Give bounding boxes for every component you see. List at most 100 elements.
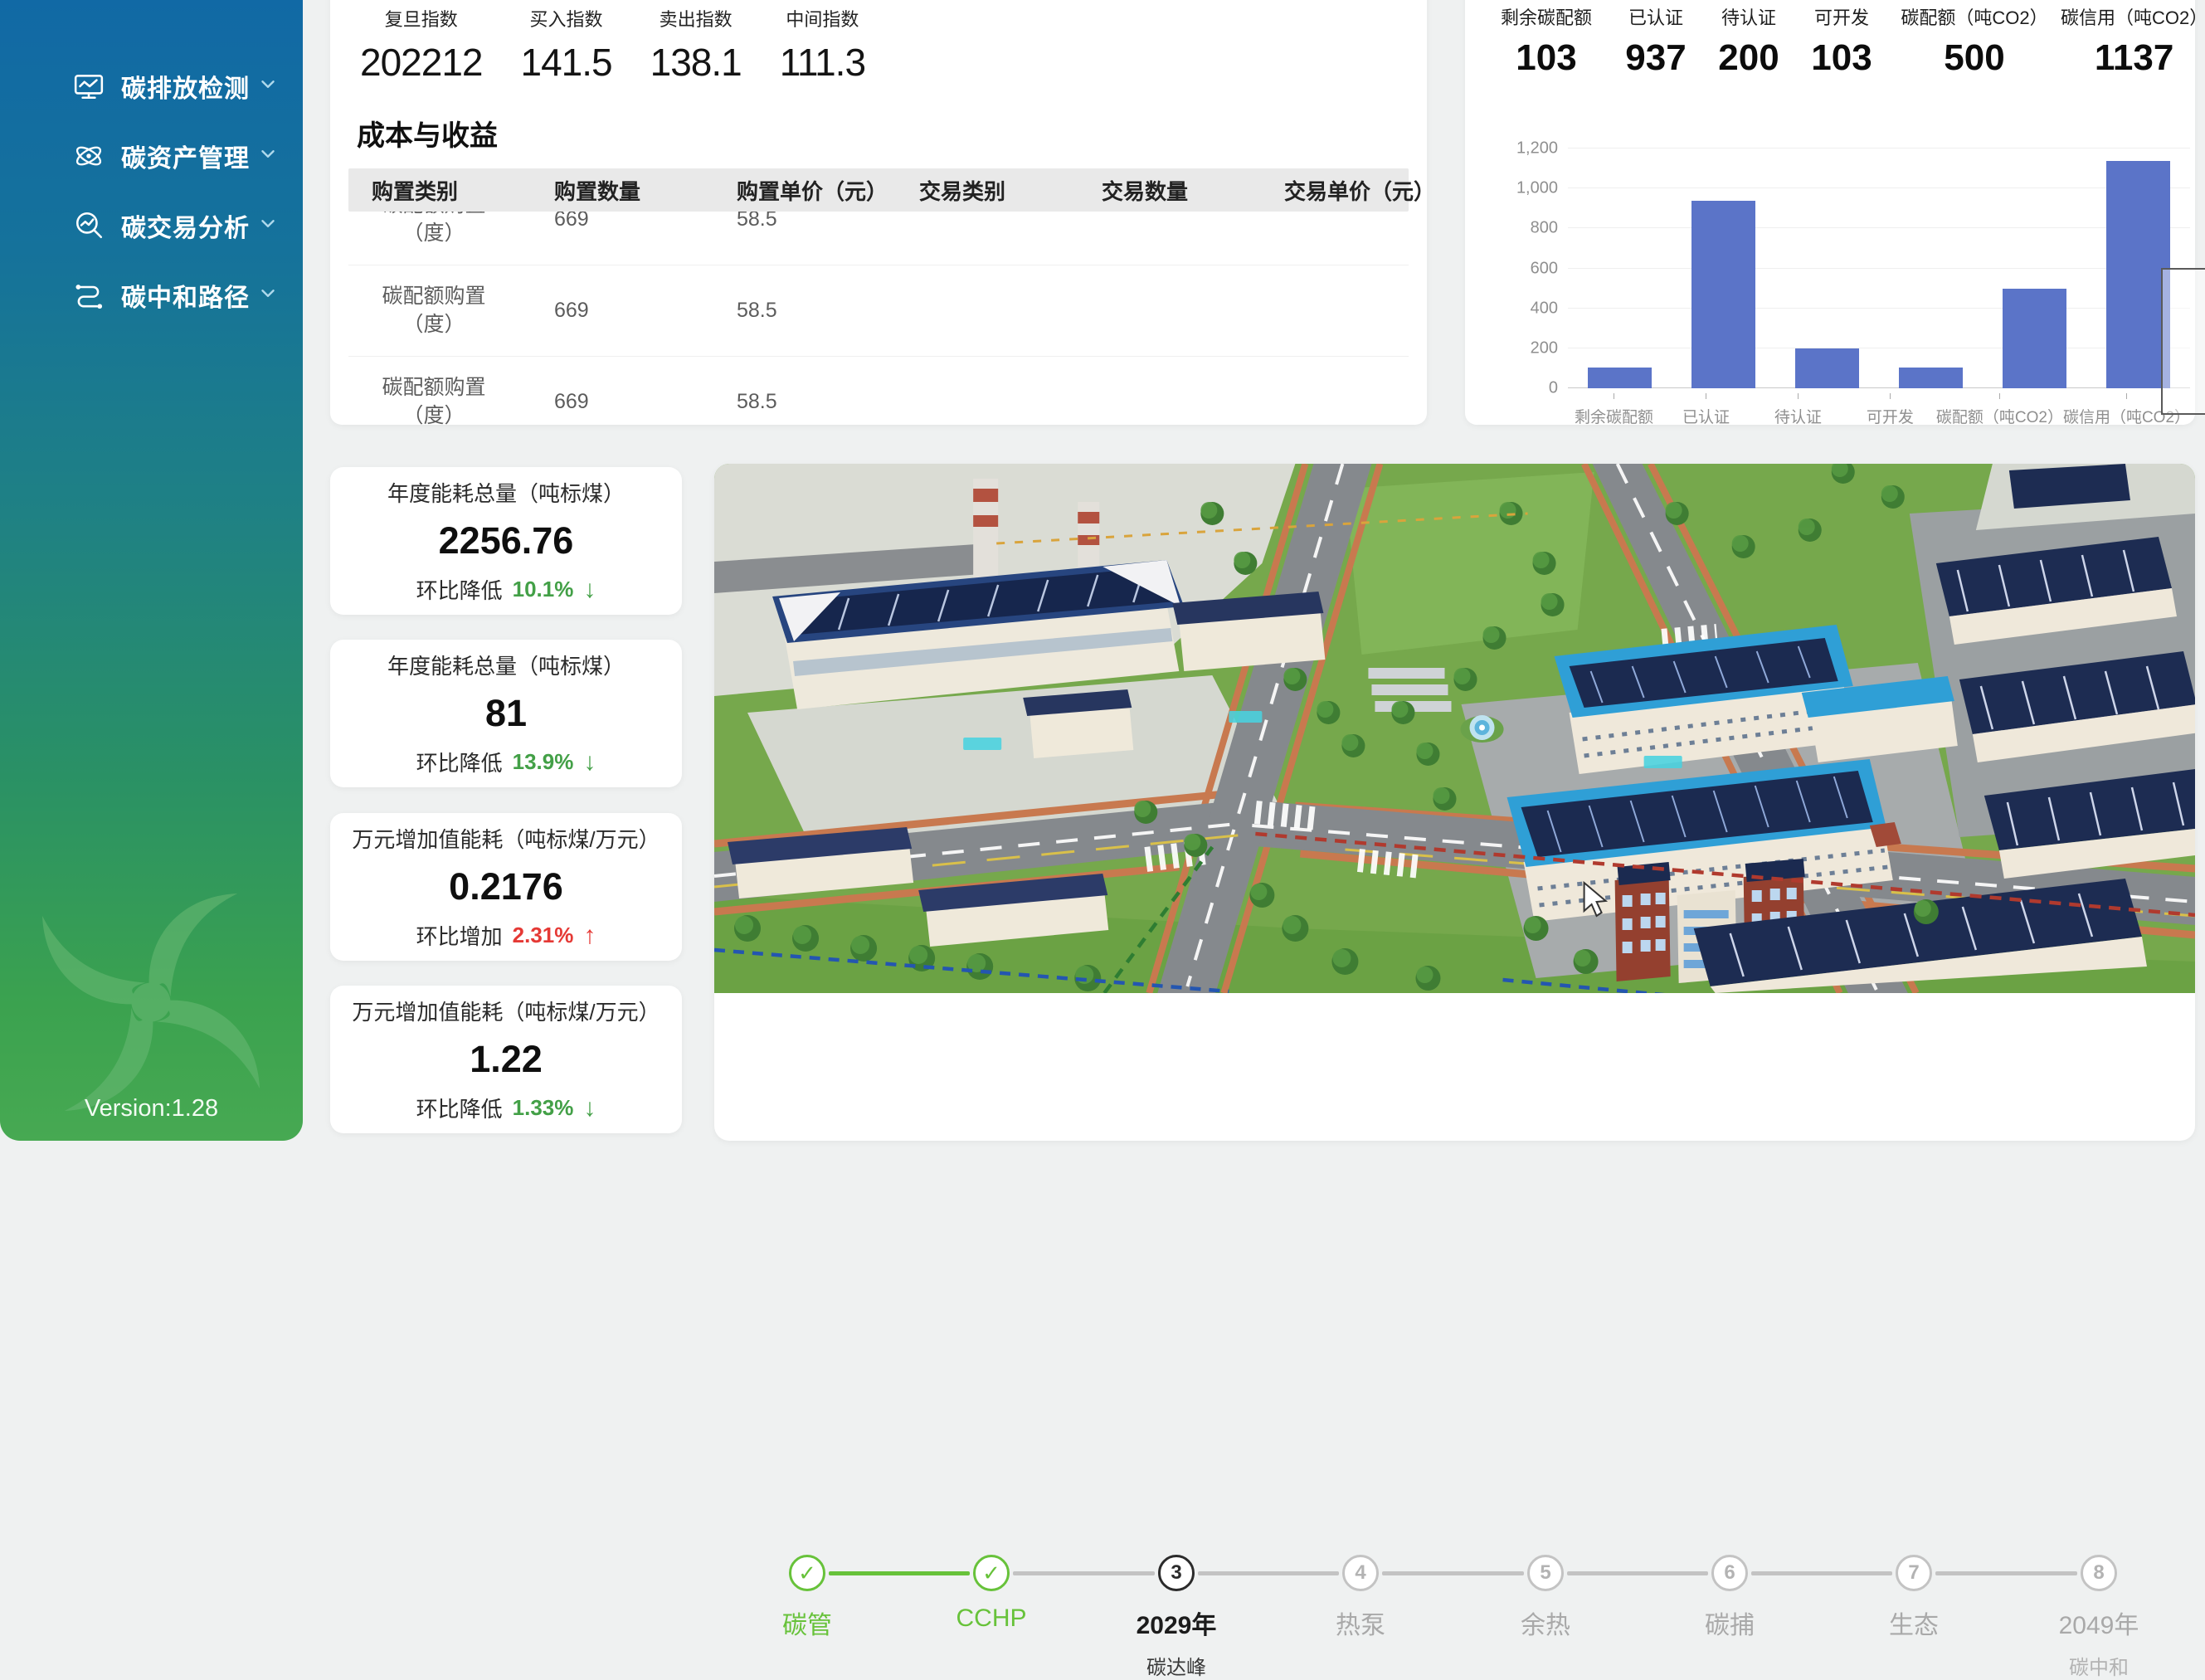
bar-slot <box>1879 149 1983 388</box>
sidebar-item-1[interactable]: 碳排放检测 <box>0 51 303 121</box>
step-number: 5 <box>1527 1555 1564 1591</box>
check-icon: ✓ <box>789 1555 825 1591</box>
table-cell: 669 <box>554 212 737 231</box>
y-axis-label: 0 <box>1549 379 1558 398</box>
stat-label: 剩余碳配额 <box>1501 3 1592 30</box>
bar[interactable] <box>1795 348 1859 388</box>
timeline-step-1[interactable]: ✓ 碳管 <box>716 1555 898 1641</box>
carbon-stat: 可开发103 <box>1795 3 1888 79</box>
monitor-chart-icon <box>73 71 105 102</box>
cost-table-header: 购置类别购置数量购置单价（元）交易类别交易数量交易单价（元） <box>348 168 1409 212</box>
stat-value: 103 <box>1811 37 1872 79</box>
sidebar: 碳排放检测碳资产管理碳交易分析碳中和路径 Version:1.28 <box>0 0 303 1141</box>
timeline-step-label: 生态 <box>1823 1605 2005 1641</box>
zoom-selection-rect <box>2161 268 2205 415</box>
axis-tick <box>1999 393 2001 399</box>
x-axis-category: 已认证 <box>1660 393 1752 425</box>
stat-value: 937 <box>1625 37 1686 79</box>
chevron-down-icon[interactable] <box>258 284 278 308</box>
timeline-step-label: 2029年 <box>1085 1605 1268 1641</box>
timeline-step-sublabel: 碳达峰 <box>1085 1651 1268 1680</box>
cost-table-body: 碳配额购置（度）66958.5碳配额购置（度）66958.5碳配额购置（度）66… <box>348 212 1409 425</box>
bar-chart-plot: 02004006008001,0001,200 <box>1568 149 2190 388</box>
table-cell: 669 <box>554 390 737 414</box>
energy-kpi-card: 万元增加值能耗（吨标煤/万元）0.2176环比增加2.31%↑ <box>330 813 682 961</box>
x-axis-category: 碳配额（吨CO2） <box>1936 393 2063 425</box>
timeline-step-label: 2049年 <box>2008 1605 2190 1641</box>
city-3d-view[interactable] <box>714 464 2195 993</box>
trend-arrow-icon: ↓ <box>583 748 596 777</box>
chevron-down-icon[interactable] <box>258 144 278 168</box>
chevron-down-icon[interactable] <box>258 214 278 238</box>
timeline-step-5[interactable]: 5余热 <box>1454 1555 1637 1641</box>
x-axis-category: 可开发 <box>1844 393 1936 425</box>
bar-slot <box>1568 149 1672 388</box>
timeline-step-2[interactable]: ✓CCHP <box>900 1555 1083 1633</box>
x-axis-label: 可开发 <box>1867 405 1914 425</box>
kpi-title: 年度能耗总量（吨标煤） <box>387 477 625 508</box>
trend-arrow-icon: ↓ <box>583 576 596 604</box>
x-axis-category: 剩余碳配额 <box>1568 393 1660 425</box>
x-axis-category: 待认证 <box>1752 393 1844 425</box>
x-axis-label: 碳配额（吨CO2） <box>1936 405 2063 425</box>
bar[interactable] <box>2003 289 2066 388</box>
bar-slot <box>1672 149 1775 388</box>
index-value: 141.5 <box>521 40 612 85</box>
column-header: 交易数量 <box>1102 175 1284 206</box>
x-axis-label: 已认证 <box>1682 405 1730 425</box>
index-label: 卖出指数 <box>660 5 733 32</box>
chevron-down-icon[interactable] <box>258 75 278 99</box>
index-value: 138.1 <box>650 40 742 85</box>
industrial-park-card: ✓碳管✓CCHP32029年碳达峰4热泵5余热6碳捕7生态82049年碳中和 <box>714 464 2195 1141</box>
axis-tick <box>1798 393 1799 399</box>
kpi-value: 0.2176 <box>449 865 563 908</box>
index-value: 111.3 <box>780 40 865 85</box>
timeline-step-8[interactable]: 82049年碳中和 <box>2008 1555 2190 1680</box>
kpi-trend-label: 环比增加 <box>416 920 503 951</box>
index-stat: 复旦指数202212 <box>360 5 483 85</box>
kpi-title: 万元增加值能耗（吨标煤/万元） <box>352 823 660 854</box>
kpi-value: 81 <box>485 692 527 735</box>
cost-revenue-card: 复旦指数202212买入指数141.5卖出指数138.1中间指数111.3 成本… <box>330 0 1427 425</box>
column-header: 购置类别 <box>372 175 554 206</box>
bar[interactable] <box>1588 368 1652 388</box>
kpi-value: 1.22 <box>470 1038 543 1081</box>
axis-tick <box>1706 393 1707 399</box>
column-header: 交易单价（元） <box>1284 175 1427 206</box>
stat-label: 已认证 <box>1628 3 1683 30</box>
sidebar-item-label: 碳排放检测 <box>121 68 250 105</box>
table-row: 碳配额购置（度）66958.5 <box>348 212 1409 265</box>
index-label: 买入指数 <box>530 5 603 32</box>
step-number: 3 <box>1158 1555 1195 1591</box>
y-axis-label: 200 <box>1531 338 1558 358</box>
column-header: 购置数量 <box>554 175 737 206</box>
sidebar-item-2[interactable]: 碳资产管理 <box>0 121 303 191</box>
timeline-step-4[interactable]: 4热泵 <box>1269 1555 1452 1641</box>
table-cell: 碳配额购置（度） <box>372 283 496 339</box>
axis-tick <box>1890 393 1891 399</box>
step-number: 6 <box>1711 1555 1748 1591</box>
bar[interactable] <box>1899 368 1963 388</box>
timeline-step-3[interactable]: 3 2029年碳达峰 <box>1085 1555 1268 1680</box>
table-cell: 58.5 <box>737 299 919 323</box>
kpi-trend-value: 13.9% <box>513 749 574 775</box>
timeline-step-7[interactable]: 7生态 <box>1823 1555 2005 1641</box>
timeline-step-label: CCHP <box>900 1605 1083 1633</box>
y-axis-label: 600 <box>1531 259 1558 278</box>
timeline-step-label: 热泵 <box>1269 1605 1452 1641</box>
sidebar-item-4[interactable]: 碳中和路径 <box>0 261 303 330</box>
sidebar-item-3[interactable]: 碳交易分析 <box>0 191 303 261</box>
kpi-title: 万元增加值能耗（吨标煤/万元） <box>352 996 660 1026</box>
bar[interactable] <box>1691 201 1755 388</box>
y-axis-label: 800 <box>1531 219 1558 238</box>
timeline-step-6[interactable]: 6碳捕 <box>1638 1555 1821 1641</box>
index-stat: 买入指数 141.5 <box>521 5 612 85</box>
carbon-stat: 剩余碳配额103 <box>1483 3 1609 79</box>
table-row: 碳配额购置（度）66958.5 <box>348 357 1409 425</box>
table-cell: 碳配额购置（度） <box>372 212 496 247</box>
bar-slot <box>1775 149 1879 388</box>
cost-table-scroll-area[interactable]: 碳配额购置（度）66958.5碳配额购置（度）66958.5碳配额购置（度）66… <box>348 212 1409 425</box>
table-cell: 669 <box>554 299 737 323</box>
carbon-stats-row: 剩余碳配额103已认证937待认证200可开发103碳配额（吨CO2）500碳信… <box>1465 3 2195 79</box>
timeline-step-label: 碳管 <box>716 1605 898 1641</box>
